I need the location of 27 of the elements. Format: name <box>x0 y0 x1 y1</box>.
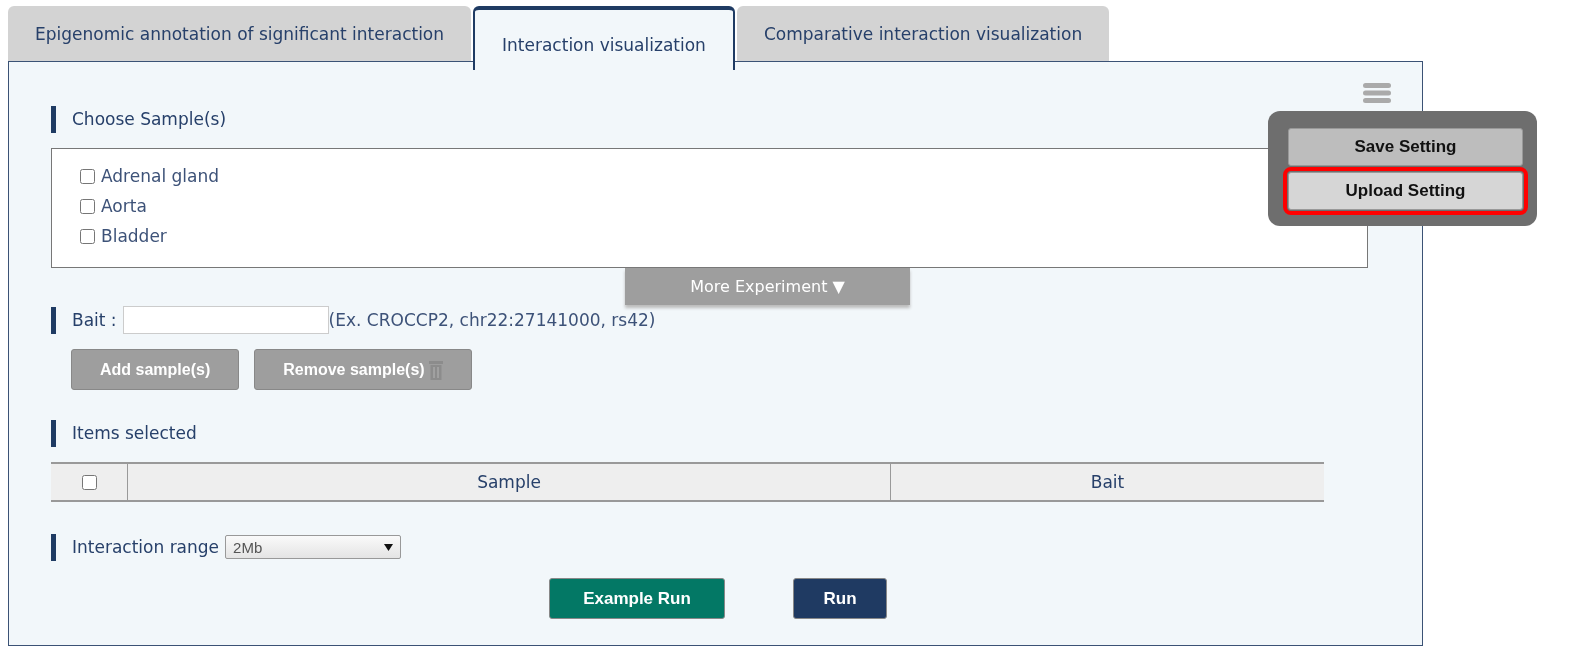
menu-item[interactable]: Save Setting <box>1288 128 1523 166</box>
tab[interactable]: Comparative interaction visualization <box>736 6 1110 62</box>
dropdown-arrow-icon <box>384 543 394 551</box>
column-header: Sample <box>128 464 891 500</box>
run-button[interactable]: Example Run <box>549 578 725 619</box>
heading-accent-bar <box>51 306 56 334</box>
column-header: Bait <box>1089 471 1126 494</box>
tab[interactable]: Interaction visualization <box>473 6 735 70</box>
bait-hint: (Ex. CROCCP2, chr22:27141000, rs42) <box>328 310 656 330</box>
run-button[interactable]: Run <box>793 578 887 619</box>
interaction-range-label: Interaction range <box>72 537 220 557</box>
heading-accent-bar <box>51 533 56 561</box>
checkbox[interactable] <box>80 168 95 184</box>
section-heading: Items selected <box>72 423 197 443</box>
checkbox[interactable] <box>80 228 95 244</box>
heading-accent-bar <box>51 105 56 133</box>
checkbox-label: Bladder <box>101 226 167 246</box>
tab[interactable]: Epigenomic annotation of significant interaction <box>8 6 472 62</box>
section-heading: Choose Sample(s) <box>72 109 227 129</box>
bait-input[interactable] <box>122 306 329 334</box>
range-select[interactable]: 2Mb <box>225 535 402 559</box>
heading-accent-bar <box>51 419 56 447</box>
bait-label: Bait : <box>72 310 117 330</box>
select-all-checkbox[interactable] <box>81 474 97 490</box>
checkbox-label: Aorta <box>101 196 147 216</box>
checkbox[interactable] <box>80 198 95 214</box>
checkbox-label: Adrenal gland <box>101 166 219 186</box>
